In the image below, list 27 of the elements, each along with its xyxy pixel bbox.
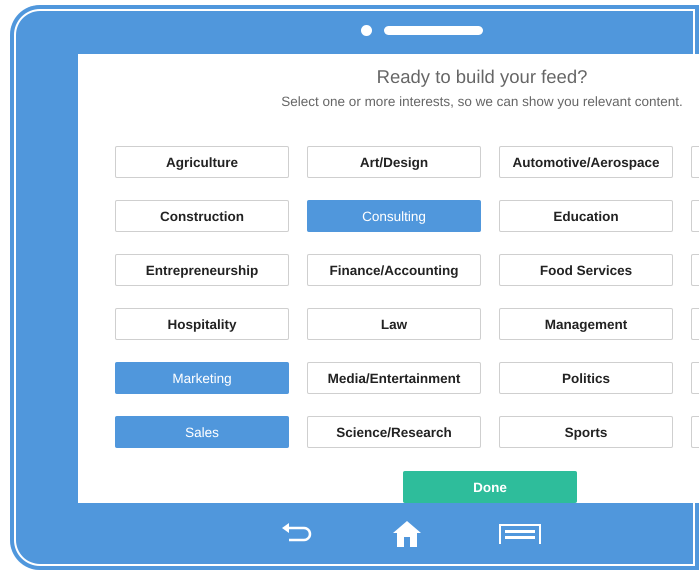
interest-button[interactable] [691, 254, 699, 286]
interest-button[interactable] [691, 308, 699, 340]
heading-subtitle: Select one or more interests, so we can show you relevant content. [281, 94, 683, 109]
home-icon[interactable] [393, 521, 421, 547]
interest-button[interactable]: Media/Entertainment [307, 362, 481, 394]
interest-button[interactable]: Art/Design [307, 146, 481, 178]
speaker-icon [384, 26, 483, 35]
interest-button[interactable]: Education [499, 200, 673, 232]
interest-button[interactable]: Finance/Accounting [307, 254, 481, 286]
menu-icon[interactable] [499, 524, 541, 544]
interest-button[interactable]: Agriculture [115, 146, 289, 178]
camera-icon [361, 25, 372, 36]
interest-button[interactable]: Sports [499, 416, 673, 448]
heading-title: Ready to build your feed? [376, 66, 588, 88]
interest-button[interactable]: Entrepreneurship [115, 254, 289, 286]
interest-button[interactable] [691, 416, 699, 448]
interest-button[interactable] [691, 362, 699, 394]
interest-button[interactable]: Law [307, 308, 481, 340]
interest-button[interactable]: Management [499, 308, 673, 340]
interest-button[interactable]: Automotive/Aerospace [499, 146, 673, 178]
interest-button[interactable] [691, 146, 699, 178]
interest-button[interactable] [691, 200, 699, 232]
interest-button[interactable]: Food Services [499, 254, 673, 286]
interest-button[interactable]: Hospitality [115, 308, 289, 340]
interest-button[interactable]: Science/Research [307, 416, 481, 448]
interest-button[interactable]: Construction [115, 200, 289, 232]
interest-button[interactable]: Politics [499, 362, 673, 394]
